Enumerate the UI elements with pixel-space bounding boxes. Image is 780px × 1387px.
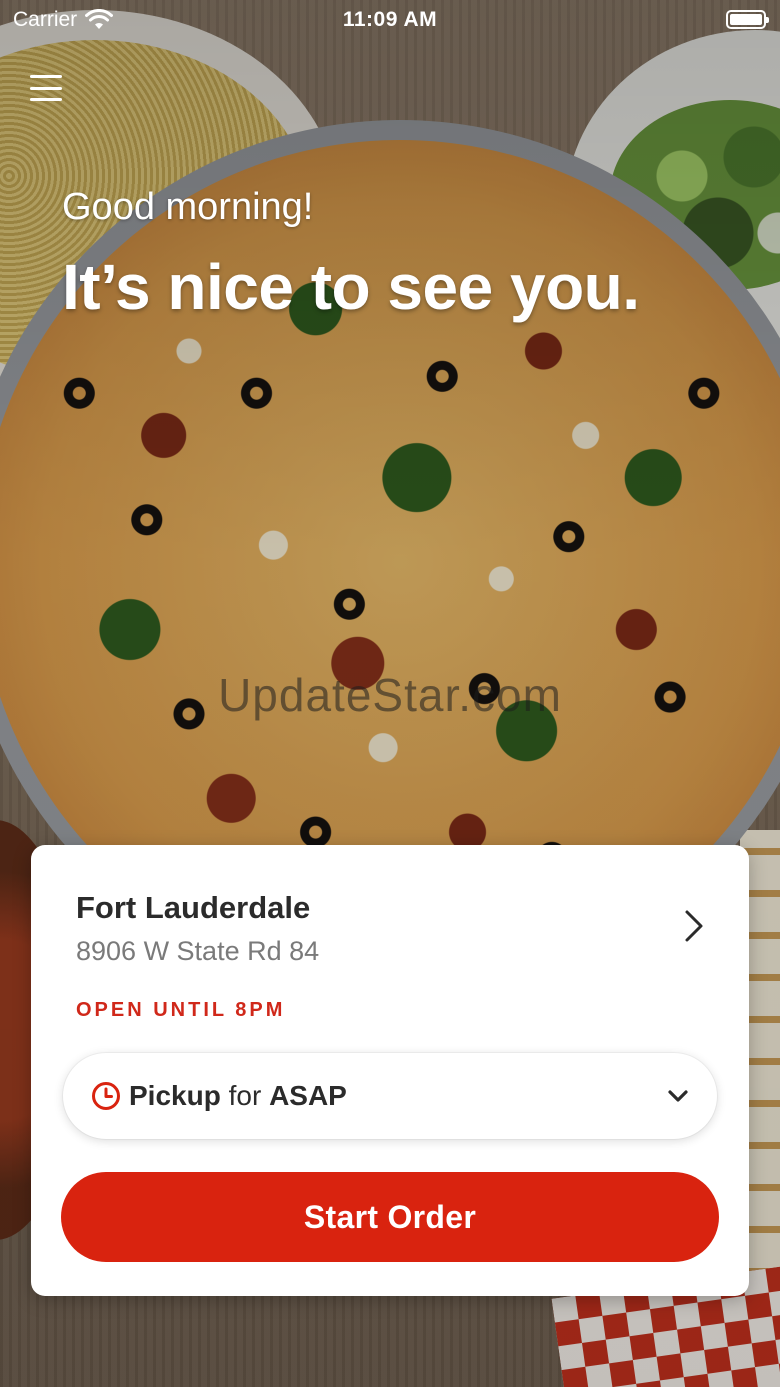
location-card: Fort Lauderdale 8906 W State Rd 84 OPEN … — [31, 845, 749, 1296]
start-order-button[interactable]: Start Order — [61, 1172, 719, 1262]
hamburger-menu-icon[interactable] — [30, 72, 62, 104]
store-name: Fort Lauderdale — [76, 890, 311, 925]
watermark: UpdateStar.com — [218, 669, 562, 721]
battery-icon — [726, 10, 769, 29]
open-status: OPEN UNTIL 8PM — [76, 999, 286, 1021]
chevron-down-icon — [668, 1090, 688, 1102]
greeting-text: Good morning! — [62, 186, 314, 228]
clock-icon — [92, 1082, 120, 1110]
order-time: ASAP — [269, 1080, 347, 1111]
store-selector[interactable]: Fort Lauderdale 8906 W State Rd 84 — [31, 845, 749, 995]
welcome-headline: It’s nice to see you. — [62, 251, 640, 323]
order-mode: Pickup — [129, 1080, 221, 1111]
order-type-label: Pickup for ASAP — [129, 1080, 347, 1112]
order-connector: for — [228, 1080, 262, 1111]
status-time: 11:09 AM — [342, 8, 438, 31]
chevron-right-icon — [685, 910, 703, 942]
status-bar: Carrier 11:09 AM — [0, 0, 780, 40]
order-type-dropdown[interactable]: Pickup for ASAP — [63, 1053, 717, 1139]
store-address: 8906 W State Rd 84 — [76, 936, 320, 966]
